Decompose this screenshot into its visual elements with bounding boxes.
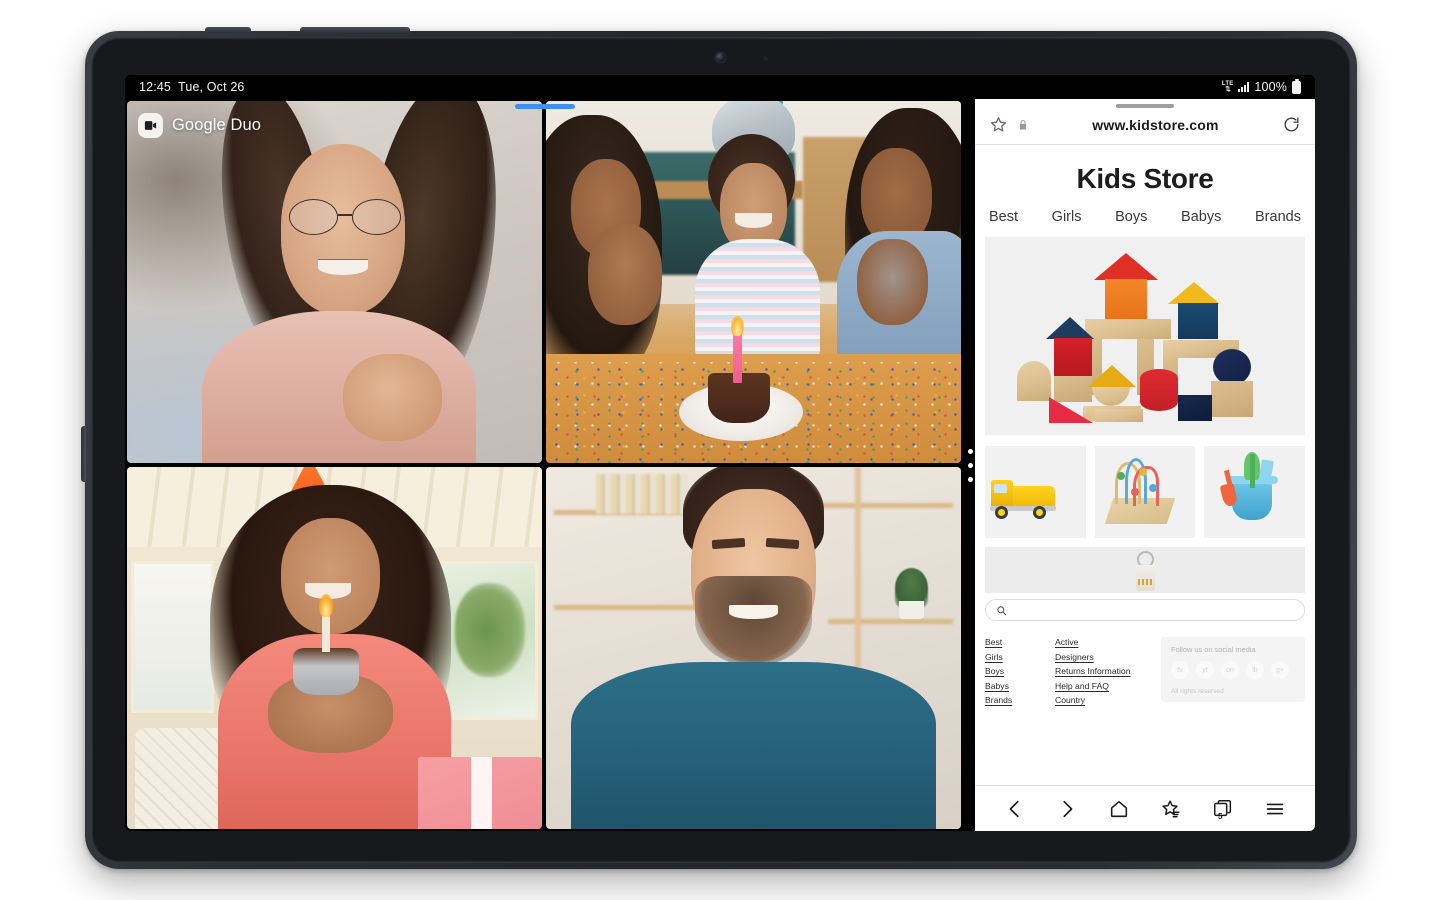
social-icon-on[interactable]: on xyxy=(1221,661,1239,679)
page-title: Kids Store xyxy=(1076,163,1214,194)
footer-link-help-faq[interactable]: Help and FAQ xyxy=(1055,681,1147,691)
star-icon[interactable] xyxy=(989,115,1008,134)
tabs-count: 5 xyxy=(1218,811,1223,821)
lte-indicator-icon: LTE ⇅ xyxy=(1222,81,1234,94)
nav-item-babys[interactable]: Babys xyxy=(1179,209,1223,225)
footer-link-designers[interactable]: Designers xyxy=(1055,652,1147,662)
bookmarks-icon[interactable] xyxy=(1160,798,1182,820)
side-button-left[interactable] xyxy=(81,426,86,482)
browser-bottom-bar: 5 xyxy=(975,785,1315,831)
glasses-detail xyxy=(288,198,401,235)
battery-icon xyxy=(1292,78,1301,94)
social-icon-lb[interactable]: lb xyxy=(1246,661,1264,679)
footer-links-column-1: Best Girls Boys Babys Brands xyxy=(985,637,1041,705)
video-tile-1[interactable]: Google Duo xyxy=(127,101,542,463)
front-camera-icon xyxy=(716,53,725,62)
signal-bars-icon xyxy=(1238,82,1250,92)
page-footer: Best Girls Boys Babys Brands Active Desi… xyxy=(985,637,1305,705)
lte-arrows: ⇅ xyxy=(1225,85,1231,93)
footer-link-babys[interactable]: Babys xyxy=(985,681,1041,691)
footer-link-boys[interactable]: Boys xyxy=(985,666,1041,676)
duo-app-badge: Google Duo xyxy=(138,113,261,138)
product-thumb-beach-set[interactable] xyxy=(1204,446,1306,538)
status-bar: 12:45 Tue, Oct 26 LTE ⇅ 100% xyxy=(125,75,1315,99)
hero-product-image[interactable] xyxy=(985,237,1305,435)
nav-item-best[interactable]: Best xyxy=(987,209,1020,225)
social-heading: Follow us on social media xyxy=(1171,645,1256,654)
social-icon-tv[interactable]: tv xyxy=(1171,661,1189,679)
footer-links-column-2: Active Designers Returns Information Hel… xyxy=(1055,637,1147,705)
duo-drag-handle[interactable] xyxy=(515,104,575,109)
footer-link-best[interactable]: Best xyxy=(985,637,1041,647)
divider-dot xyxy=(967,462,973,468)
duo-app-name: Google Duo xyxy=(172,116,262,134)
social-icon-yt[interactable]: yt xyxy=(1196,661,1214,679)
product-thumb-truck[interactable] xyxy=(985,446,1086,538)
divider-dot xyxy=(967,448,973,454)
video-camera-icon xyxy=(138,113,163,138)
search-row xyxy=(985,599,1305,621)
footer-link-active[interactable]: Active xyxy=(1055,637,1147,647)
browser-page-content: Kids Store Best Girls Boys Babys Brands xyxy=(975,145,1315,785)
home-icon[interactable] xyxy=(1108,798,1130,820)
footer-link-country[interactable]: Country xyxy=(1055,695,1147,705)
google-duo-app: Google Duo xyxy=(125,99,965,831)
status-bar-right: LTE ⇅ 100% xyxy=(1222,78,1301,94)
power-button[interactable] xyxy=(300,27,410,33)
status-date: Tue, Oct 26 xyxy=(178,80,245,94)
status-time: 12:45 xyxy=(139,80,172,94)
menu-icon[interactable] xyxy=(1264,798,1286,820)
search-icon xyxy=(996,605,1007,616)
search-input[interactable] xyxy=(1015,605,1294,615)
video-tile-4[interactable] xyxy=(546,467,961,829)
footer-link-returns[interactable]: Returns Information xyxy=(1055,666,1147,676)
back-icon[interactable] xyxy=(1004,798,1026,820)
split-screen-root: Google Duo www.kidstore.com Kids Store B… xyxy=(125,99,1315,831)
nav-item-girls[interactable]: Girls xyxy=(1050,209,1084,225)
forward-icon[interactable] xyxy=(1056,798,1078,820)
video-tile-2[interactable] xyxy=(546,101,961,463)
rights-text: All rights reserved xyxy=(1171,688,1224,695)
footer-social-panel: Follow us on social media tv yt on lb g+… xyxy=(1161,637,1305,702)
social-icon-row: tv yt on lb g+ xyxy=(1171,661,1295,679)
split-screen-divider[interactable] xyxy=(965,99,975,831)
search-box[interactable] xyxy=(985,599,1305,621)
product-thumbnail-row xyxy=(985,446,1306,538)
product-thumb-bead-maze[interactable] xyxy=(1094,446,1196,538)
divider-dot xyxy=(967,476,973,482)
browser-address-bar: www.kidstore.com xyxy=(975,108,1315,145)
social-icon-gplus[interactable]: g+ xyxy=(1271,661,1289,679)
browser-app: www.kidstore.com Kids Store Best Girls B… xyxy=(975,99,1315,831)
duo-video-grid: Google Duo xyxy=(127,101,961,829)
volume-button[interactable] xyxy=(205,27,251,33)
product-strip-image[interactable] xyxy=(985,547,1305,593)
nav-item-boys[interactable]: Boys xyxy=(1113,209,1149,225)
footer-link-brands[interactable]: Brands xyxy=(985,695,1041,705)
video-tile-3[interactable] xyxy=(127,467,542,829)
tablet-screen: 12:45 Tue, Oct 26 LTE ⇅ 100% Google Duo … xyxy=(125,75,1315,831)
tabs-icon[interactable]: 5 xyxy=(1212,798,1234,821)
footer-link-girls[interactable]: Girls xyxy=(985,652,1041,662)
lock-icon xyxy=(1017,119,1029,131)
reload-icon[interactable] xyxy=(1282,115,1301,134)
status-bar-left: 12:45 Tue, Oct 26 xyxy=(139,80,245,94)
site-nav: Best Girls Boys Babys Brands xyxy=(975,209,1315,237)
nav-item-brands[interactable]: Brands xyxy=(1253,209,1303,225)
battery-percent: 100% xyxy=(1254,80,1287,94)
proximity-sensor-icon xyxy=(763,56,768,61)
url-text[interactable]: www.kidstore.com xyxy=(1038,117,1273,133)
